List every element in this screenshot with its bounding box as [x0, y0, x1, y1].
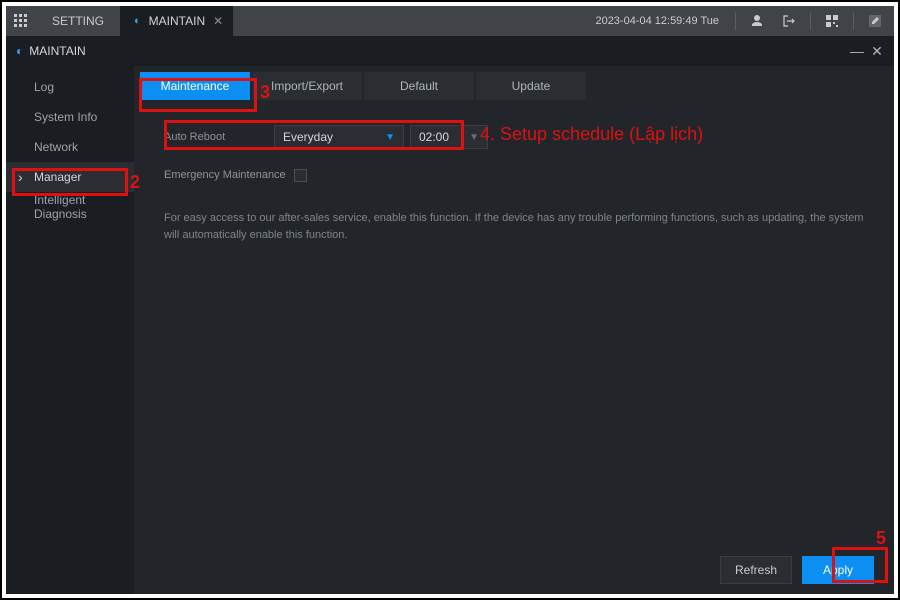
time-select[interactable]: 02:00 ▼	[410, 125, 488, 149]
day-select[interactable]: Everyday ▼	[274, 125, 404, 149]
qr-icon[interactable]	[821, 10, 843, 32]
minimize-icon[interactable]: —	[850, 44, 864, 58]
sidebar-item-system-info[interactable]: System Info	[6, 102, 134, 132]
time-select-value: 02:00	[419, 130, 449, 144]
tab-import-export[interactable]: Import/Export	[252, 72, 362, 100]
form-area: Auto Reboot Everyday ▼ 02:00 ▼ Emergency…	[134, 104, 894, 198]
sidebar-item-log[interactable]: Log	[6, 72, 134, 102]
sidebar-item-manager[interactable]: Manager	[6, 162, 134, 192]
sidebar-item-network[interactable]: Network	[6, 132, 134, 162]
apps-grid-icon[interactable]	[6, 6, 36, 36]
apply-button[interactable]: Apply	[802, 556, 874, 584]
main-panel: Maintenance Import/Export Default Update…	[134, 66, 894, 594]
emergency-checkbox[interactable]	[294, 169, 307, 182]
divider	[853, 12, 854, 30]
close-icon[interactable]: ✕	[213, 14, 223, 28]
tab-label: MAINTAIN	[149, 14, 205, 28]
tab-maintenance[interactable]: Maintenance	[140, 72, 250, 100]
refresh-button[interactable]: Refresh	[720, 556, 792, 584]
tab-default[interactable]: Default	[364, 72, 474, 100]
app-root: SETTING ◐ MAINTAIN ✕ 2023-04-04 12:59:49…	[6, 6, 894, 594]
sidebar-item-intelligent-diagnosis[interactable]: Intelligent Diagnosis	[6, 192, 134, 222]
row-emergency: Emergency Maintenance	[164, 160, 864, 190]
chevron-down-icon: ▼	[385, 132, 395, 143]
footer: Refresh Apply	[134, 546, 894, 594]
day-select-value: Everyday	[283, 130, 333, 144]
divider	[735, 12, 736, 30]
topbar-left: SETTING ◐ MAINTAIN ✕	[6, 6, 233, 36]
edit-icon[interactable]	[864, 10, 886, 32]
page-title: MAINTAIN	[29, 44, 85, 58]
topbar: SETTING ◐ MAINTAIN ✕ 2023-04-04 12:59:49…	[6, 6, 894, 36]
logout-icon[interactable]	[778, 10, 800, 32]
topbar-right: 2023-04-04 12:59:49 Tue	[595, 6, 894, 36]
datetime-label: 2023-04-04 12:59:49 Tue	[595, 15, 725, 27]
divider	[810, 12, 811, 30]
auto-reboot-label: Auto Reboot	[164, 131, 274, 143]
page-header: ◐ MAINTAIN — ✕	[6, 36, 894, 66]
sidebar: Log System Info Network Manager Intellig…	[6, 66, 134, 594]
body: Log System Info Network Manager Intellig…	[6, 66, 894, 594]
description-text: For easy access to our after-sales servi…	[134, 198, 894, 243]
tab-update[interactable]: Update	[476, 72, 586, 100]
close-icon[interactable]: ✕	[870, 44, 884, 58]
setting-label[interactable]: SETTING	[36, 6, 120, 36]
page-tabs: Maintenance Import/Export Default Update	[140, 72, 894, 104]
emergency-label: Emergency Maintenance	[164, 169, 294, 181]
row-auto-reboot: Auto Reboot Everyday ▼ 02:00 ▼	[164, 122, 864, 152]
window-controls: — ✕	[850, 44, 884, 58]
loading-icon: ◐	[134, 15, 141, 27]
user-icon[interactable]	[746, 10, 768, 32]
chevron-down-icon: ▼	[469, 132, 479, 143]
loading-icon: ◐	[16, 44, 23, 58]
tab-maintain[interactable]: ◐ MAINTAIN ✕	[120, 6, 233, 36]
